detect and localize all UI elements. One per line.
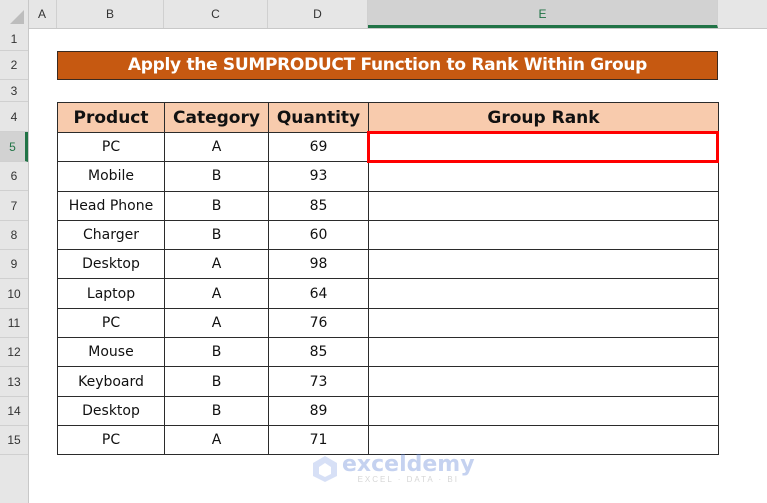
table-row: Desktop B 89 <box>57 395 719 426</box>
watermark-tagline: EXCEL · DATA · BI <box>357 475 459 484</box>
sheet-title-banner[interactable]: Apply the SUMPRODUCT Function to Rank Wi… <box>57 51 718 80</box>
cell-product[interactable]: Laptop <box>57 278 165 309</box>
table-row: PC A 71 <box>57 424 719 456</box>
cell-product[interactable]: Mouse <box>57 337 165 368</box>
row-header-13[interactable]: 13 <box>0 367 28 397</box>
cell-category[interactable]: A <box>164 131 269 163</box>
watermark: exceldemy EXCEL · DATA · BI <box>312 454 475 484</box>
column-header-a[interactable]: A <box>28 0 57 28</box>
cell-product[interactable]: PC <box>57 424 165 456</box>
header-product[interactable]: Product <box>57 102 165 133</box>
row-header-10[interactable]: 10 <box>0 279 28 309</box>
column-header-bar: A B C D E <box>0 0 767 29</box>
table-row: Charger B 60 <box>57 219 719 251</box>
exceldemy-logo-icon <box>313 456 337 482</box>
cell-category[interactable]: A <box>164 249 269 280</box>
cell-group-rank[interactable] <box>368 249 719 280</box>
header-category[interactable]: Category <box>164 102 269 133</box>
column-header-e[interactable]: E <box>368 0 718 28</box>
cell-category[interactable]: B <box>164 161 269 192</box>
cell-quantity[interactable]: 89 <box>268 395 369 426</box>
table-row: Laptop A 64 <box>57 278 719 309</box>
table-row: Head Phone B 85 <box>57 190 719 221</box>
row-header-bar: 1 2 3 4 5 6 7 8 9 10 11 12 13 14 15 <box>0 28 29 503</box>
cell-quantity[interactable]: 76 <box>268 307 369 339</box>
cell-category[interactable]: B <box>164 366 269 397</box>
cell-quantity[interactable]: 64 <box>268 278 369 309</box>
cell-category[interactable]: A <box>164 278 269 309</box>
cell-quantity[interactable]: 85 <box>268 190 369 221</box>
cell-category[interactable]: B <box>164 337 269 368</box>
cell-group-rank[interactable] <box>368 366 719 397</box>
cell-quantity[interactable]: 69 <box>268 131 369 163</box>
column-header-b[interactable]: B <box>57 0 164 28</box>
row-header-15[interactable]: 15 <box>0 426 28 455</box>
cell-category[interactable]: B <box>164 219 269 251</box>
cell-quantity[interactable]: 71 <box>268 424 369 456</box>
cell-group-rank[interactable] <box>368 307 719 339</box>
cell-product[interactable]: PC <box>57 131 165 163</box>
row-header-11[interactable]: 11 <box>0 309 28 338</box>
column-header-d[interactable]: D <box>268 0 368 28</box>
cell-group-rank[interactable] <box>368 278 719 309</box>
table-row: Desktop A 98 <box>57 249 719 280</box>
table-row: Mouse B 85 <box>57 337 719 368</box>
table-row: Mobile B 93 <box>57 161 719 192</box>
watermark-brand: exceldemy <box>342 452 475 477</box>
select-all-button[interactable] <box>0 0 29 28</box>
cell-quantity[interactable]: 98 <box>268 249 369 280</box>
cell-product[interactable]: Mobile <box>57 161 165 192</box>
cell-group-rank[interactable] <box>368 161 719 192</box>
table-row: Keyboard B 73 <box>57 366 719 397</box>
cell-category[interactable]: B <box>164 190 269 221</box>
cell-group-rank[interactable] <box>368 219 719 251</box>
cell-group-rank[interactable] <box>368 424 719 456</box>
row-header-9[interactable]: 9 <box>0 250 28 279</box>
active-cell-highlight <box>367 131 719 163</box>
table-row: PC A 76 <box>57 307 719 339</box>
row-header-1[interactable]: 1 <box>0 28 28 51</box>
header-quantity[interactable]: Quantity <box>268 102 369 133</box>
row-header-3[interactable]: 3 <box>0 80 28 102</box>
select-all-triangle-icon <box>10 10 24 24</box>
row-header-8[interactable]: 8 <box>0 221 28 250</box>
cell-group-rank[interactable] <box>368 395 719 426</box>
row-header-14[interactable]: 14 <box>0 397 28 426</box>
table-header-row: Product Category Quantity Group Rank <box>57 102 719 133</box>
cell-group-rank[interactable] <box>368 337 719 368</box>
cell-product[interactable]: Keyboard <box>57 366 165 397</box>
cell-category[interactable]: A <box>164 424 269 456</box>
column-header-c[interactable]: C <box>164 0 268 28</box>
cell-quantity[interactable]: 93 <box>268 161 369 192</box>
row-header-4[interactable]: 4 <box>0 102 28 132</box>
cell-group-rank[interactable] <box>368 190 719 221</box>
row-header-2[interactable]: 2 <box>0 51 28 80</box>
row-header-12[interactable]: 12 <box>0 338 28 367</box>
header-group-rank[interactable]: Group Rank <box>368 102 719 133</box>
cell-product[interactable]: PC <box>57 307 165 339</box>
cell-product[interactable]: Desktop <box>57 395 165 426</box>
cell-product[interactable]: Desktop <box>57 249 165 280</box>
cell-quantity[interactable]: 73 <box>268 366 369 397</box>
row-header-6[interactable]: 6 <box>0 162 28 191</box>
row-header-5[interactable]: 5 <box>0 132 28 162</box>
cell-product[interactable]: Head Phone <box>57 190 165 221</box>
row-header-7[interactable]: 7 <box>0 191 28 221</box>
cell-product[interactable]: Charger <box>57 219 165 251</box>
cell-quantity[interactable]: 60 <box>268 219 369 251</box>
cell-category[interactable]: A <box>164 307 269 339</box>
cell-category[interactable]: B <box>164 395 269 426</box>
cell-quantity[interactable]: 85 <box>268 337 369 368</box>
